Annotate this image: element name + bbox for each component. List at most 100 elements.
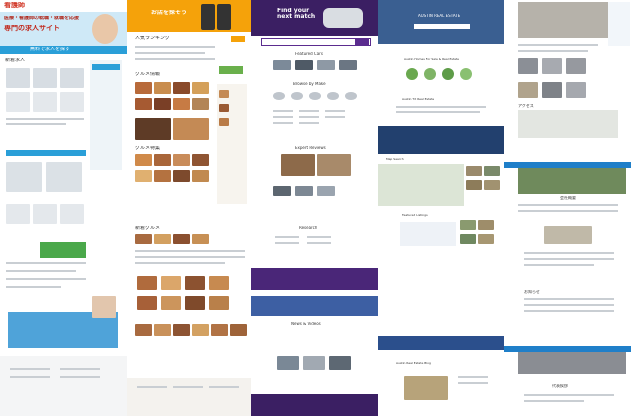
food-photo[interactable] xyxy=(192,82,209,94)
car-make[interactable] xyxy=(309,92,321,100)
job-card[interactable] xyxy=(6,92,30,112)
food-photo[interactable] xyxy=(230,324,247,336)
re-map[interactable] xyxy=(378,164,464,206)
car-make[interactable] xyxy=(291,92,303,100)
food-search-btn[interactable] xyxy=(231,36,245,42)
car-review-photo[interactable] xyxy=(317,154,351,176)
job-card[interactable] xyxy=(6,162,42,192)
car-make[interactable] xyxy=(345,92,357,100)
corp-photo[interactable] xyxy=(542,58,562,74)
re-listing-photo[interactable] xyxy=(466,166,482,176)
food-feature-photo[interactable] xyxy=(173,118,209,140)
food-photo[interactable] xyxy=(185,296,205,310)
corp-photo[interactable] xyxy=(518,82,538,98)
food-photo[interactable] xyxy=(154,170,171,182)
food-photo[interactable] xyxy=(135,98,152,110)
car-tile[interactable] xyxy=(317,60,335,70)
job-sidebar-btn[interactable] xyxy=(92,64,120,70)
re-blog-photo[interactable] xyxy=(404,376,448,400)
cars-search-btn[interactable] xyxy=(355,38,369,46)
food-photo[interactable] xyxy=(173,234,190,244)
food-sidebar-thumb[interactable] xyxy=(219,90,229,98)
food-photo[interactable] xyxy=(137,276,157,290)
job-card[interactable] xyxy=(46,162,82,192)
job-card[interactable] xyxy=(33,92,57,112)
food-feature-photo[interactable] xyxy=(135,118,171,140)
re-listing-photo[interactable] xyxy=(484,180,500,190)
car-news-photo[interactable] xyxy=(329,356,351,370)
car-tile[interactable] xyxy=(339,60,357,70)
food-photo[interactable] xyxy=(173,170,190,182)
re-listing-photo[interactable] xyxy=(478,220,494,230)
job-card[interactable] xyxy=(6,204,30,224)
food-photo[interactable] xyxy=(154,234,171,244)
page-thumb-corporate[interactable]: アクセス 会社概要 お知らせ 代表挨拶 xyxy=(504,0,631,416)
food-sidebar-thumb[interactable] xyxy=(219,118,229,126)
food-photo[interactable] xyxy=(192,170,209,182)
job-cta-label[interactable]: 無料で求人を探す xyxy=(30,47,70,52)
food-photo[interactable] xyxy=(135,154,152,166)
job-card[interactable] xyxy=(60,92,84,112)
food-photo[interactable] xyxy=(192,234,209,244)
job-card[interactable] xyxy=(60,204,84,224)
house-icon[interactable] xyxy=(406,68,418,80)
re-listing-photo[interactable] xyxy=(466,180,482,190)
food-photo[interactable] xyxy=(211,324,228,336)
job-logo[interactable]: 看護師 xyxy=(4,2,25,9)
food-photo[interactable] xyxy=(192,154,209,166)
re-listing-photo[interactable] xyxy=(460,234,476,244)
house-icon[interactable] xyxy=(442,68,454,80)
food-photo[interactable] xyxy=(135,234,152,244)
corp-photo[interactable] xyxy=(518,58,538,74)
car-tile[interactable] xyxy=(317,186,335,196)
corp-photo[interactable] xyxy=(566,82,586,98)
car-news-photo[interactable] xyxy=(277,356,299,370)
job-card[interactable] xyxy=(33,68,57,88)
job-card[interactable] xyxy=(60,68,84,88)
food-photo[interactable] xyxy=(154,154,171,166)
food-photo[interactable] xyxy=(173,154,190,166)
food-photo[interactable] xyxy=(192,98,209,110)
food-sidebar-thumb[interactable] xyxy=(219,104,229,112)
job-card[interactable] xyxy=(6,68,30,88)
corp-photo[interactable] xyxy=(542,82,562,98)
car-tile[interactable] xyxy=(273,60,291,70)
food-photo[interactable] xyxy=(192,324,209,336)
page-thumb-food[interactable]: お店を探そう 人気ランキング グルメ情報 グルメ特集 新着グルメ xyxy=(127,0,251,416)
food-photo[interactable] xyxy=(173,324,190,336)
food-photo[interactable] xyxy=(135,82,152,94)
car-tile[interactable] xyxy=(273,186,291,196)
corp-map[interactable] xyxy=(518,110,618,138)
food-photo[interactable] xyxy=(173,98,190,110)
food-photo[interactable] xyxy=(137,296,157,310)
food-photo[interactable] xyxy=(135,170,152,182)
car-review-photo[interactable] xyxy=(281,154,315,176)
car-make[interactable] xyxy=(327,92,339,100)
food-photo[interactable] xyxy=(154,82,171,94)
food-photo[interactable] xyxy=(135,324,152,336)
food-cta-button[interactable] xyxy=(219,66,243,74)
corp-photo[interactable] xyxy=(544,226,592,244)
food-photo[interactable] xyxy=(154,324,171,336)
house-icon[interactable] xyxy=(424,68,436,80)
page-thumb-job-portal[interactable]: 看護師 医療・看護師の転職・就職を応援 専門の求人サイト 無料で求人を探す 新着… xyxy=(0,0,127,416)
job-promo[interactable] xyxy=(40,242,86,258)
food-photo[interactable] xyxy=(173,82,190,94)
car-make[interactable] xyxy=(273,92,285,100)
car-tile[interactable] xyxy=(295,186,313,196)
page-thumb-realestate[interactable]: AUSTIN REAL ESTATE Austin Homes For Sale… xyxy=(378,0,504,416)
re-listing-photo[interactable] xyxy=(484,166,500,176)
job-card[interactable] xyxy=(33,204,57,224)
food-photo[interactable] xyxy=(161,276,181,290)
car-tile[interactable] xyxy=(295,60,313,70)
re-listing-photo[interactable] xyxy=(460,220,476,230)
food-photo[interactable] xyxy=(209,276,229,290)
re-search-input[interactable] xyxy=(414,24,470,29)
food-photo[interactable] xyxy=(209,296,229,310)
page-thumb-cars[interactable]: Find your next match Featured Cars Brows… xyxy=(251,0,378,416)
food-photo[interactable] xyxy=(185,276,205,290)
food-photo[interactable] xyxy=(161,296,181,310)
car-news-photo[interactable] xyxy=(303,356,325,370)
food-photo[interactable] xyxy=(154,98,171,110)
corp-photo[interactable] xyxy=(566,58,586,74)
